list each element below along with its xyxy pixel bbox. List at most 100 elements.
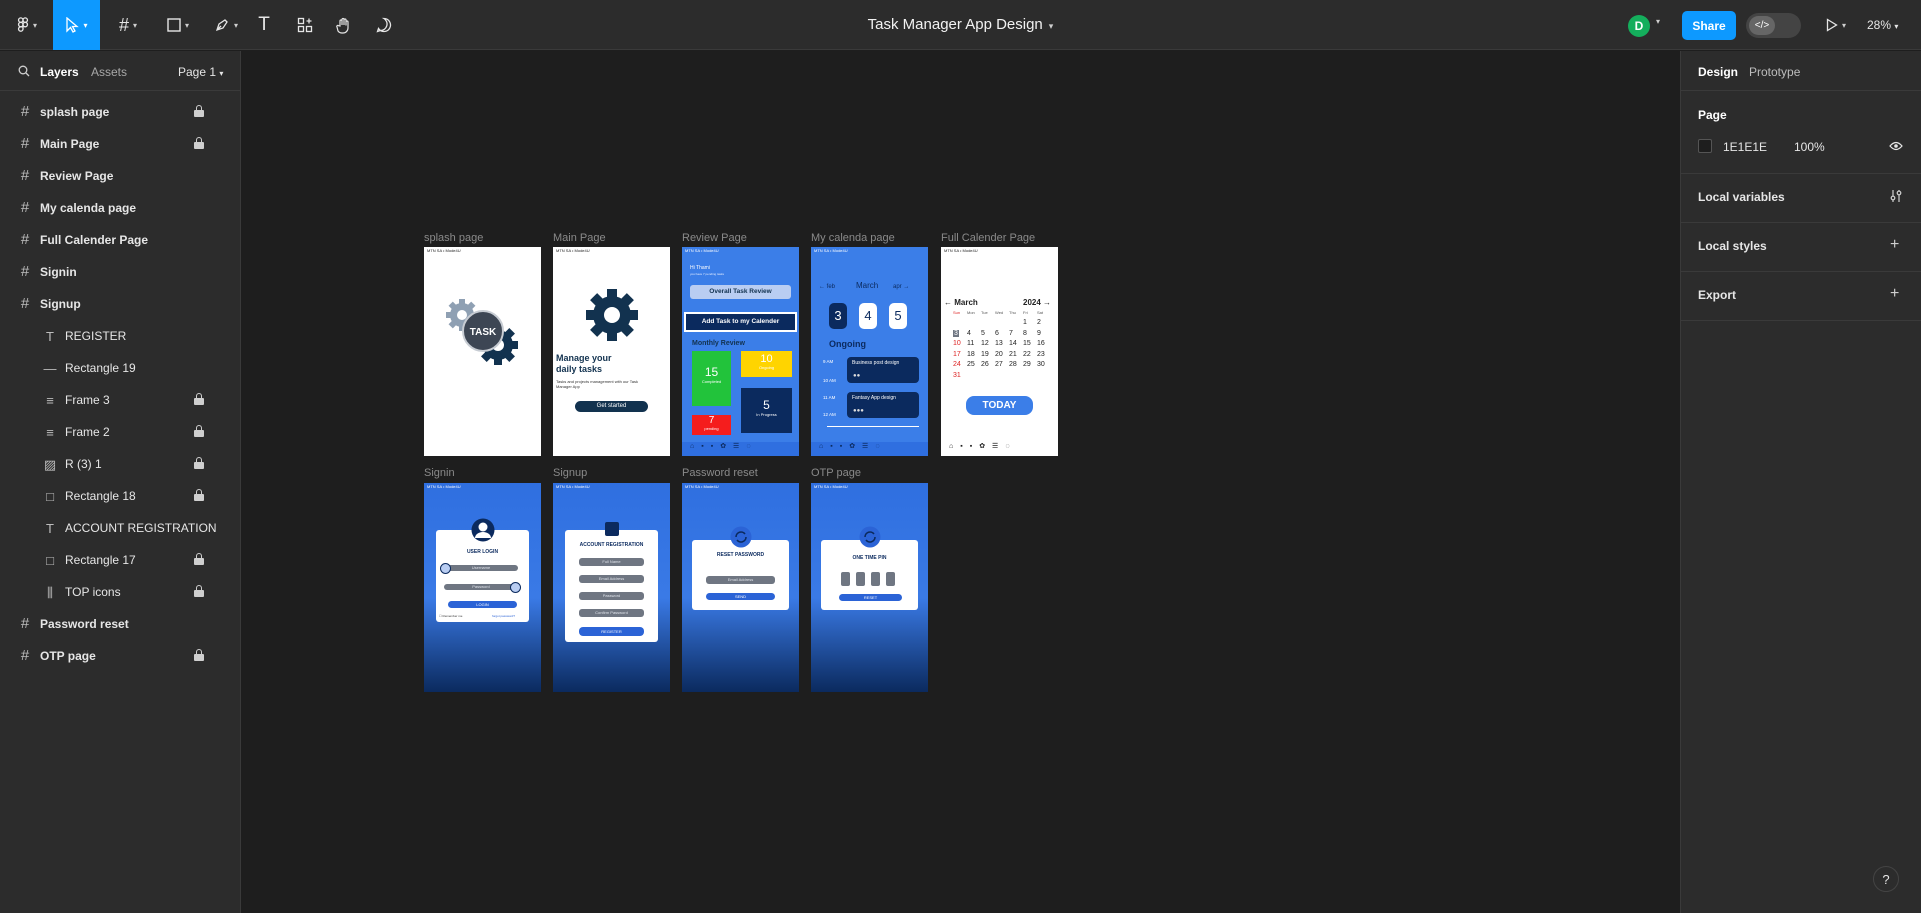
- layer-row[interactable]: ▨ R (3) 1: [0, 448, 240, 480]
- username-field[interactable]: Username: [444, 565, 518, 571]
- lock-icon[interactable]: [194, 105, 204, 117]
- lock-icon[interactable]: [194, 553, 204, 565]
- layer-row[interactable]: T REGISTER: [0, 320, 240, 352]
- login-button[interactable]: LOGIN: [448, 601, 517, 608]
- lock-icon[interactable]: [194, 457, 204, 469]
- layer-row[interactable]: # Full Calender Page: [0, 224, 240, 256]
- frame-main-page[interactable]: MTN SA • Mode4U Manage your daily tasks …: [553, 247, 670, 456]
- zoom-level[interactable]: 28% ▾: [1867, 18, 1898, 32]
- frame-label-fullcal[interactable]: Full Calender Page: [941, 232, 1035, 244]
- get-started-button[interactable]: Get started: [575, 401, 648, 412]
- calendar-day[interactable]: 25: [967, 361, 975, 368]
- dev-mode-toggle[interactable]: </>: [1746, 13, 1801, 38]
- register-button[interactable]: REGISTER: [579, 627, 644, 636]
- user-avatar[interactable]: D: [1628, 15, 1650, 37]
- frame-label-review[interactable]: Review Page: [682, 232, 747, 244]
- frame-signin[interactable]: MTN SA • Mode4U USER LOGIN Username Pass…: [424, 483, 541, 692]
- page-selector[interactable]: Page 1 ▾: [178, 65, 223, 79]
- calendar-day[interactable]: 30: [1037, 361, 1045, 368]
- forgot-password-link[interactable]: forgot password?: [492, 614, 515, 618]
- email-field[interactable]: Email Address: [579, 575, 644, 583]
- frame-label-signup[interactable]: Signup: [553, 467, 587, 479]
- plus-icon[interactable]: +: [1890, 285, 1899, 303]
- lock-icon[interactable]: [194, 393, 204, 405]
- calendar-day[interactable]: 17: [953, 351, 961, 358]
- calendar-day[interactable]: 18: [967, 351, 975, 358]
- tab-prototype[interactable]: Prototype: [1749, 65, 1800, 79]
- frame-label-main[interactable]: Main Page: [553, 232, 606, 244]
- frame-full-calendar-page[interactable]: MTN SA • Mode4U ← March 2024 → Sun Mon Tue…: [941, 247, 1058, 456]
- page-color-swatch[interactable]: [1698, 139, 1712, 153]
- layer-row[interactable]: # Password reset: [0, 608, 240, 640]
- page-color-hex[interactable]: 1E1E1E: [1723, 140, 1767, 154]
- calendar-day[interactable]: 13: [995, 340, 1003, 347]
- task-card[interactable]: Business post design ●●: [847, 357, 919, 383]
- lock-icon[interactable]: [194, 585, 204, 597]
- date-chip[interactable]: 4: [859, 303, 877, 329]
- date-chip-selected[interactable]: 3: [829, 303, 847, 329]
- calendar-day[interactable]: 8: [1023, 330, 1027, 337]
- reset-button[interactable]: RESET: [839, 594, 902, 601]
- tab-assets[interactable]: Assets: [91, 65, 127, 79]
- layer-row[interactable]: # My calenda page: [0, 192, 240, 224]
- page-fill-row[interactable]: 1E1E1E 100%: [1681, 133, 1921, 157]
- frame-splash-page[interactable]: MTN SA • Mode4U TASK: [424, 247, 541, 456]
- layer-row[interactable]: # splash page: [0, 96, 240, 128]
- layer-row[interactable]: # Review Page: [0, 160, 240, 192]
- design-canvas[interactable]: splash page Main Page Review Page My cal…: [241, 51, 1680, 913]
- calendar-day[interactable]: 6: [995, 330, 999, 337]
- calendar-year-title[interactable]: 2024 →: [1023, 298, 1051, 307]
- layer-row[interactable]: — Rectangle 19: [0, 352, 240, 384]
- frame-label-otp[interactable]: OTP page: [811, 467, 861, 479]
- calendar-day[interactable]: 23: [1037, 351, 1045, 358]
- calendar-day[interactable]: 20: [995, 351, 1003, 358]
- layer-row[interactable]: □ Rectangle 18: [0, 480, 240, 512]
- calendar-day[interactable]: 31: [953, 372, 961, 379]
- send-button[interactable]: SEND: [706, 593, 775, 600]
- calendar-day[interactable]: 24: [953, 361, 961, 368]
- search-icon[interactable]: [18, 65, 30, 77]
- calendar-day[interactable]: 3: [953, 329, 959, 337]
- frame-otp-page[interactable]: MTN SA • Mode4U ONE TIME PIN RESET: [811, 483, 928, 692]
- calendar-day[interactable]: 10: [953, 340, 961, 347]
- task-card[interactable]: Fantasy App design ●●●: [847, 392, 919, 418]
- frame-password-reset[interactable]: MTN SA • Mode4U RESET PASSWORD Email Add…: [682, 483, 799, 692]
- lock-icon[interactable]: [194, 137, 204, 149]
- page-opacity[interactable]: 100%: [1794, 140, 1825, 154]
- layer-row[interactable]: # Signup: [0, 288, 240, 320]
- password-field[interactable]: Password: [579, 592, 644, 600]
- calendar-day[interactable]: 1: [1023, 319, 1027, 326]
- otp-digit-box[interactable]: [886, 572, 895, 586]
- layer-row[interactable]: ≡ Frame 3: [0, 384, 240, 416]
- layer-row[interactable]: ≡ Frame 2: [0, 416, 240, 448]
- share-button[interactable]: Share: [1682, 11, 1736, 40]
- calendar-day[interactable]: 4: [967, 330, 971, 337]
- remember-me-checkbox[interactable]: ☐ Remember me: [439, 614, 462, 618]
- lock-icon[interactable]: [194, 425, 204, 437]
- otp-digit-box[interactable]: [841, 572, 850, 586]
- present-button[interactable]: ▾: [1822, 0, 1850, 50]
- prev-month-nav[interactable]: ← feb: [819, 284, 835, 290]
- frame-label-mycal[interactable]: My calenda page: [811, 232, 895, 244]
- calendar-day[interactable]: 16: [1037, 340, 1045, 347]
- calendar-day[interactable]: 15: [1023, 340, 1031, 347]
- chevron-down-icon[interactable]: ▾: [1656, 17, 1660, 26]
- plus-icon[interactable]: +: [1890, 236, 1899, 254]
- calendar-day[interactable]: 2: [1037, 319, 1041, 326]
- calendar-day[interactable]: 9: [1037, 330, 1041, 337]
- calendar-day[interactable]: 26: [981, 361, 989, 368]
- calendar-day[interactable]: 28: [1009, 361, 1017, 368]
- layer-row[interactable]: # Main Page: [0, 128, 240, 160]
- frame-signup[interactable]: MTN SA • Mode4U ACCOUNT REGISTRATION Ful…: [553, 483, 670, 692]
- calendar-day[interactable]: 29: [1023, 361, 1031, 368]
- full-name-field[interactable]: Full Name: [579, 558, 644, 566]
- otp-digit-box[interactable]: [856, 572, 865, 586]
- calendar-day[interactable]: 7: [1009, 330, 1013, 337]
- frame-label-signin[interactable]: Signin: [424, 467, 455, 479]
- password-field[interactable]: Password: [444, 584, 518, 590]
- calendar-day[interactable]: 22: [1023, 351, 1031, 358]
- calendar-day[interactable]: 27: [995, 361, 1003, 368]
- layer-row[interactable]: # OTP page: [0, 640, 240, 672]
- calendar-day[interactable]: 12: [981, 340, 989, 347]
- tab-layers[interactable]: Layers: [40, 65, 79, 79]
